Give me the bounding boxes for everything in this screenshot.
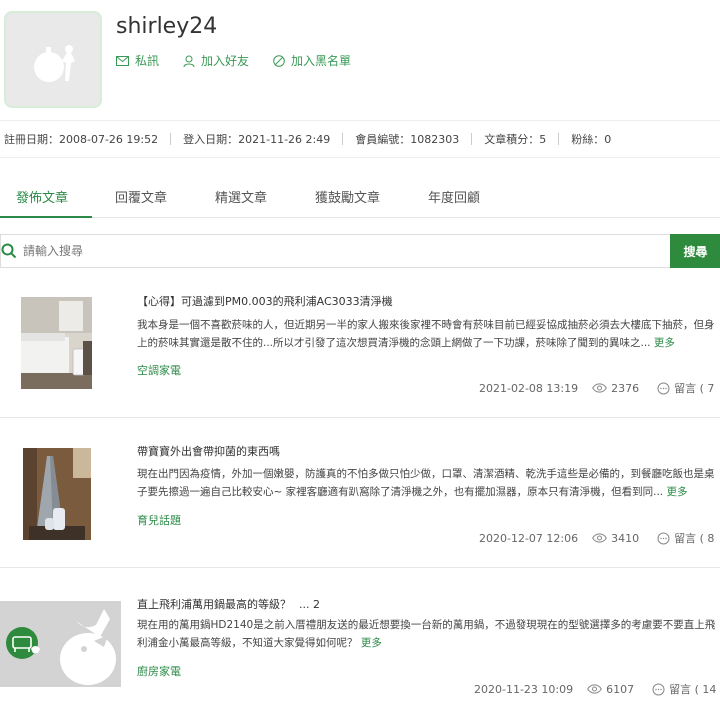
view-count-value: 2376 (611, 381, 640, 395)
article-page-nav[interactable]: ... 2 (299, 598, 320, 611)
search-button[interactable]: 搜尋 (670, 234, 720, 268)
more-link[interactable]: 更多 (361, 637, 382, 649)
message-label: 私訊 (135, 54, 160, 68)
article-category[interactable]: 育兒話題 (137, 512, 181, 528)
active-tab-indicator (0, 216, 92, 218)
blacklist-label: 加入黑名單 (291, 54, 352, 68)
article-title[interactable]: 直上飛利浦萬用鍋最高的等級？ (137, 598, 291, 611)
baby-room-photo (23, 448, 91, 540)
avatar[interactable] (4, 11, 102, 108)
article-title-row: 直上飛利浦萬用鍋最高的等級？ ... 2 (137, 596, 320, 612)
block-icon (273, 54, 285, 67)
tab-annual-review[interactable]: 年度回顧 (428, 187, 480, 206)
article-thumbnail[interactable] (0, 601, 121, 687)
article-thumbnail[interactable] (21, 297, 92, 389)
bedroom-photo (21, 297, 92, 389)
article-date: 2020-11-23 10:09 (474, 682, 574, 696)
article-points: 文章積分：5 (484, 133, 547, 146)
tab-reply-articles[interactable]: 回覆文章 (115, 187, 167, 206)
view-count-value: 3410 (611, 531, 640, 545)
login-date: 登入日期：2021-11-26 2:49 (183, 133, 331, 146)
envelope-icon (116, 55, 129, 66)
article-meta: 2020-11-23 10:09 6107 留言 ( 14 (474, 681, 716, 697)
chat-icon (652, 683, 665, 695)
blacklist-button[interactable]: 加入黑名單 (273, 52, 351, 69)
article-thumbnail[interactable] (23, 448, 91, 540)
article-item: 【心得】可過濾到PM0.003的飛利浦AC3033清淨機 我本身是一個不喜歡菸味… (0, 268, 720, 418)
stat-divider (558, 133, 560, 145)
article-category[interactable]: 廚房家電 (137, 663, 181, 679)
article-excerpt: 現在出門因為疫情，外加一個嫩嬰，防護真的不怕多做只怕少做，口罩、清潔酒精、乾洗手… (137, 465, 720, 501)
comment-count-value: 留言 ( 14 (669, 683, 717, 696)
article-item: 直上飛利浦萬用鍋最高的等級？ ... 2 現在用的萬用鍋HD2140是之前入厝禮朋… (0, 568, 720, 709)
member-id: 會員編號：1082303 (355, 133, 460, 146)
username: shirley24 (116, 14, 218, 39)
stat-divider (471, 133, 473, 145)
excerpt-text: 現在用的萬用鍋HD2140是之前入厝禮朋友送的最近想要換一台新的萬用鍋，不過發現… (137, 619, 716, 649)
article-title[interactable]: 帶寶寶外出會帶抑菌的東西嗎 (137, 443, 280, 459)
tab-featured-articles[interactable]: 精選文章 (215, 187, 267, 206)
article-date: 2021-02-08 13:19 (479, 381, 579, 395)
profile-actions: 私訊 加入好友 加入黑名單 (116, 52, 375, 69)
comment-count[interactable]: 留言 ( 7 (657, 380, 714, 396)
profile-header: shirley24 私訊 加入好友 加入黑名單 (0, 0, 720, 118)
excerpt-text: 我本身是一個不喜歡菸味的人，但近期另一半的家人搬來後家裡不時會有菸味目前已經妥協… (137, 319, 715, 349)
stat-divider (170, 133, 172, 145)
profile-tabs: 發佈文章 回覆文章 精選文章 獲鼓勵文章 年度回顧 (0, 170, 720, 218)
stat-divider (342, 133, 344, 145)
tab-encouraged-articles[interactable]: 獲鼓勵文章 (315, 187, 380, 206)
article-meta: 2020-12-07 12:06 3410 留言 ( 8 (479, 530, 714, 546)
fans-count: 粉絲：0 (571, 133, 612, 146)
article-date: 2020-12-07 12:06 (479, 531, 579, 545)
article-meta: 2021-02-08 13:19 2376 留言 ( 7 (479, 380, 714, 396)
add-friend-label: 加入好友 (201, 54, 250, 68)
more-link[interactable]: 更多 (654, 337, 675, 349)
article-item: 帶寶寶外出會帶抑菌的東西嗎 現在出門因為疫情，外加一個嫩嬰，防護真的不怕多做只怕… (0, 418, 720, 568)
message-button[interactable]: 私訊 (116, 52, 159, 69)
comment-count[interactable]: 留言 ( 8 (657, 530, 714, 546)
tab-published-articles[interactable]: 發佈文章 (16, 187, 68, 206)
view-count: 6107 (587, 683, 634, 696)
view-count: 2376 (592, 382, 639, 395)
search-bar: 搜尋 (0, 234, 720, 268)
eye-icon (587, 684, 603, 694)
default-category-image (0, 601, 121, 687)
article-title[interactable]: 【心得】可過濾到PM0.003的飛利浦AC3033清淨機 (137, 293, 393, 309)
search-input[interactable] (23, 237, 643, 265)
add-friend-button[interactable]: 加入好友 (183, 52, 249, 69)
search-icon (1, 243, 17, 259)
comment-count[interactable]: 留言 ( 14 (652, 681, 716, 697)
default-avatar-icon (34, 45, 75, 82)
article-category[interactable]: 空調家電 (137, 362, 181, 378)
article-excerpt: 現在用的萬用鍋HD2140是之前入厝禮朋友送的最近想要換一台新的萬用鍋，不過發現… (137, 616, 720, 652)
comment-count-value: 留言 ( 7 (674, 382, 715, 395)
view-count-value: 6107 (606, 682, 635, 696)
register-date: 註冊日期：2008-07-26 19:52 (4, 133, 159, 146)
eye-icon (592, 383, 608, 393)
user-icon (183, 55, 195, 67)
article-excerpt: 我本身是一個不喜歡菸味的人，但近期另一半的家人搬來後家裡不時會有菸味目前已經妥協… (137, 316, 720, 352)
chat-icon (657, 382, 670, 394)
view-count: 3410 (592, 532, 639, 545)
chat-icon (657, 532, 670, 544)
eye-icon (592, 533, 608, 543)
comment-count-value: 留言 ( 8 (674, 532, 715, 545)
more-link[interactable]: 更多 (667, 486, 688, 498)
member-stats: 註冊日期：2008-07-26 19:52 登入日期：2021-11-26 2:… (0, 120, 720, 158)
excerpt-text: 現在出門因為疫情，外加一個嫩嬰，防護真的不怕多做只怕少做，口罩、清潔酒精、乾洗手… (137, 468, 715, 498)
